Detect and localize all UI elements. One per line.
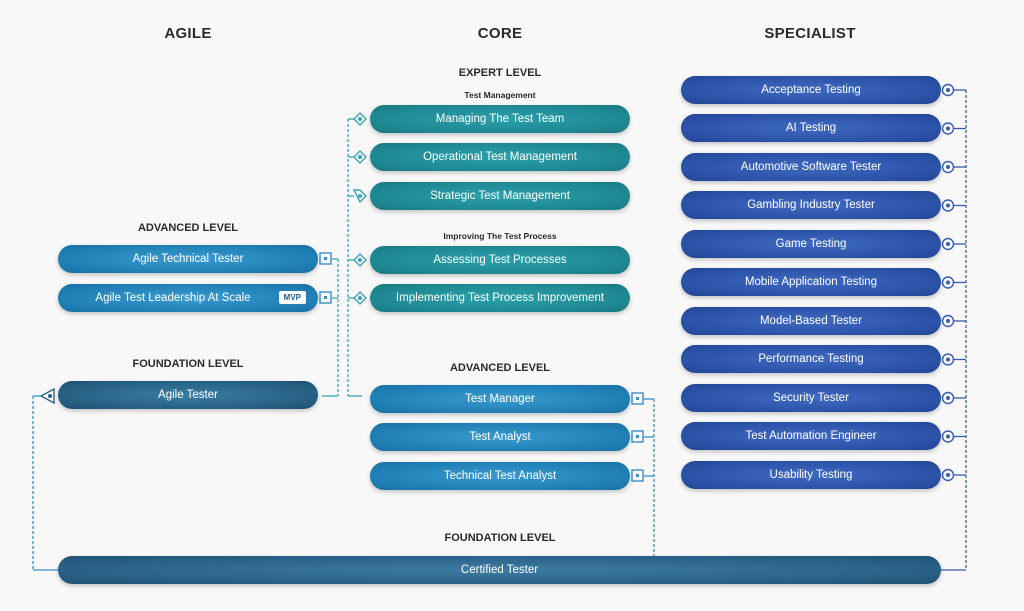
cert-label: Assessing Test Processes xyxy=(433,254,567,266)
cert-performance-testing[interactable]: Performance Testing xyxy=(681,345,941,373)
column-title-agile: AGILE xyxy=(164,25,212,42)
cert-ai-testing[interactable]: AI Testing xyxy=(681,114,941,142)
column-title-core: CORE xyxy=(477,25,523,42)
cert-label: Certified Tester xyxy=(460,564,539,576)
cert-label: Test Manager xyxy=(465,393,535,405)
cert-automotive-software-tester[interactable]: Automotive Software Tester xyxy=(681,153,941,181)
core-expert-level-heading: EXPERT LEVEL xyxy=(458,67,542,79)
cert-label: Test Analyst xyxy=(469,431,531,443)
cert-label: Agile Tester xyxy=(158,389,218,401)
test-management-heading: Test Management xyxy=(464,90,536,100)
cert-game-testing[interactable]: Game Testing xyxy=(681,230,941,258)
cert-security-tester[interactable]: Security Tester xyxy=(681,384,941,412)
cert-implementing-test-process-improvement[interactable]: Implementing Test Process Improvement xyxy=(370,284,630,312)
foundation-level-heading: FOUNDATION LEVEL xyxy=(444,532,556,544)
cert-label: Managing The Test Team xyxy=(435,113,565,125)
cert-label: Gambling Industry Tester xyxy=(747,199,875,211)
improving-test-process-heading: Improving The Test Process xyxy=(443,231,557,241)
cert-label: Model-Based Tester xyxy=(759,315,863,327)
agile-foundation-level-heading: FOUNDATION LEVEL xyxy=(132,358,244,370)
column-title-specialist: SPECIALIST xyxy=(764,25,856,42)
cert-certified-tester[interactable]: Certified Tester xyxy=(58,556,941,584)
cert-mobile-application-testing[interactable]: Mobile Application Testing xyxy=(681,268,941,296)
cert-agile-technical-tester[interactable]: Agile Technical Tester xyxy=(58,245,318,273)
cert-label: Performance Testing xyxy=(758,353,864,365)
cert-label: Operational Test Management xyxy=(423,151,577,163)
cert-label: Acceptance Testing xyxy=(761,84,861,96)
cert-test-analyst[interactable]: Test Analyst xyxy=(370,423,630,451)
cert-technical-test-analyst[interactable]: Technical Test Analyst xyxy=(370,462,630,490)
cert-label: Agile Test Leadership At Scale xyxy=(95,292,251,304)
cert-agile-test-leadership-at-scale[interactable]: Agile Test Leadership At Scale MVP xyxy=(58,284,318,312)
core-advanced-level-heading: ADVANCED LEVEL xyxy=(449,362,551,374)
cert-strategic-test-management[interactable]: Strategic Test Management xyxy=(370,182,630,210)
cert-test-automation-engineer[interactable]: Test Automation Engineer xyxy=(681,422,941,450)
cert-label: Usability Testing xyxy=(769,469,853,481)
cert-label: Automotive Software Tester xyxy=(740,161,882,173)
cert-label: AI Testing xyxy=(785,122,837,134)
cert-assessing-test-processes[interactable]: Assessing Test Processes xyxy=(370,246,630,274)
cert-label: Security Tester xyxy=(773,392,849,404)
cert-usability-testing[interactable]: Usability Testing xyxy=(681,461,941,489)
cert-label: Implementing Test Process Improvement xyxy=(395,292,605,304)
cert-acceptance-testing[interactable]: Acceptance Testing xyxy=(681,76,941,104)
cert-managing-the-test-team[interactable]: Managing The Test Team xyxy=(370,105,630,133)
cert-model-based-tester[interactable]: Model-Based Tester xyxy=(681,307,941,335)
cert-label: Game Testing xyxy=(775,238,847,250)
cert-label: Test Automation Engineer xyxy=(745,430,877,442)
cert-operational-test-management[interactable]: Operational Test Management xyxy=(370,143,630,171)
cert-agile-tester[interactable]: Agile Tester xyxy=(58,381,318,409)
cert-label: Agile Technical Tester xyxy=(132,253,244,265)
cert-label: Mobile Application Testing xyxy=(744,276,878,288)
cert-label: Strategic Test Management xyxy=(430,190,570,202)
cert-label: Technical Test Analyst xyxy=(443,470,557,482)
agile-advanced-level-heading: ADVANCED LEVEL xyxy=(137,222,239,234)
cert-gambling-industry-tester[interactable]: Gambling Industry Tester xyxy=(681,191,941,219)
mvp-badge: MVP xyxy=(278,291,306,304)
cert-test-manager[interactable]: Test Manager xyxy=(370,385,630,413)
triangle-icon xyxy=(39,387,55,405)
